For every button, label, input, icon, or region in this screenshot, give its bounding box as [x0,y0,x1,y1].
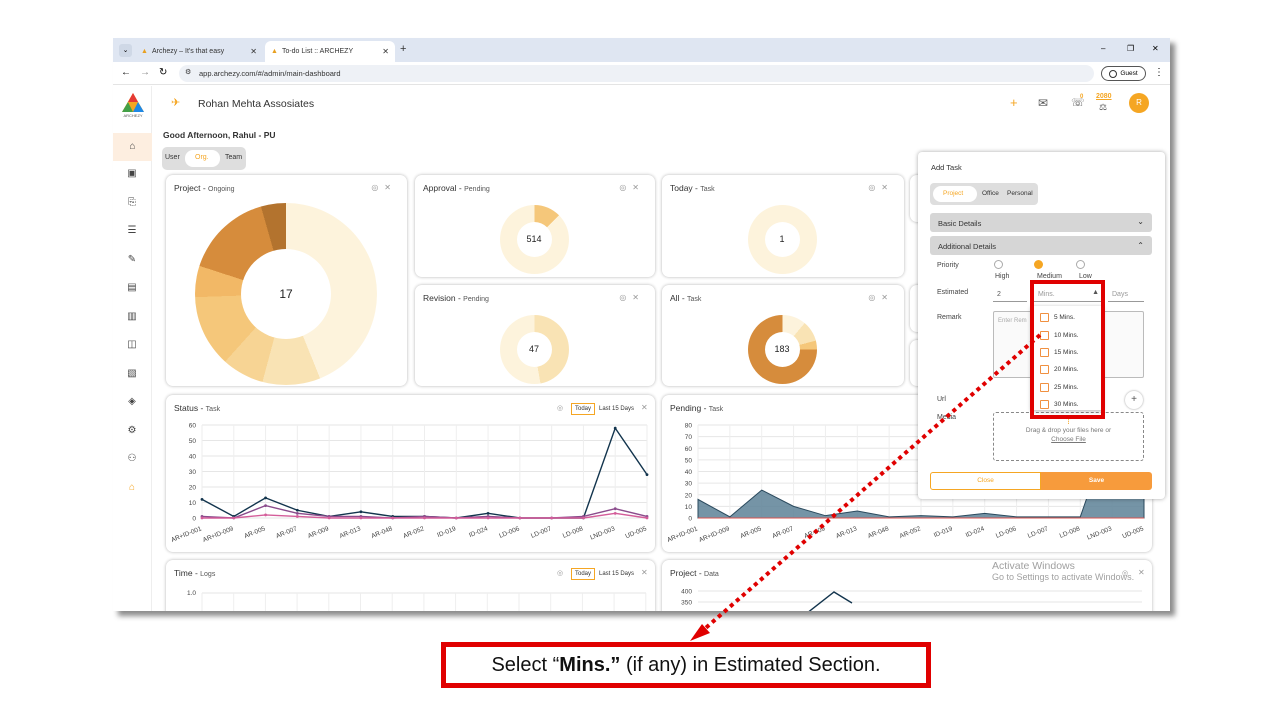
callout-bold: Mins.” [559,653,621,676]
callout-post: (if any) in Estimated Section. [620,653,881,676]
callout-pre: Select “ [491,653,560,676]
callout-arrow [690,333,1042,641]
instruction-callout: Select “Mins.” (if any) in Estimated Sec… [441,642,931,688]
